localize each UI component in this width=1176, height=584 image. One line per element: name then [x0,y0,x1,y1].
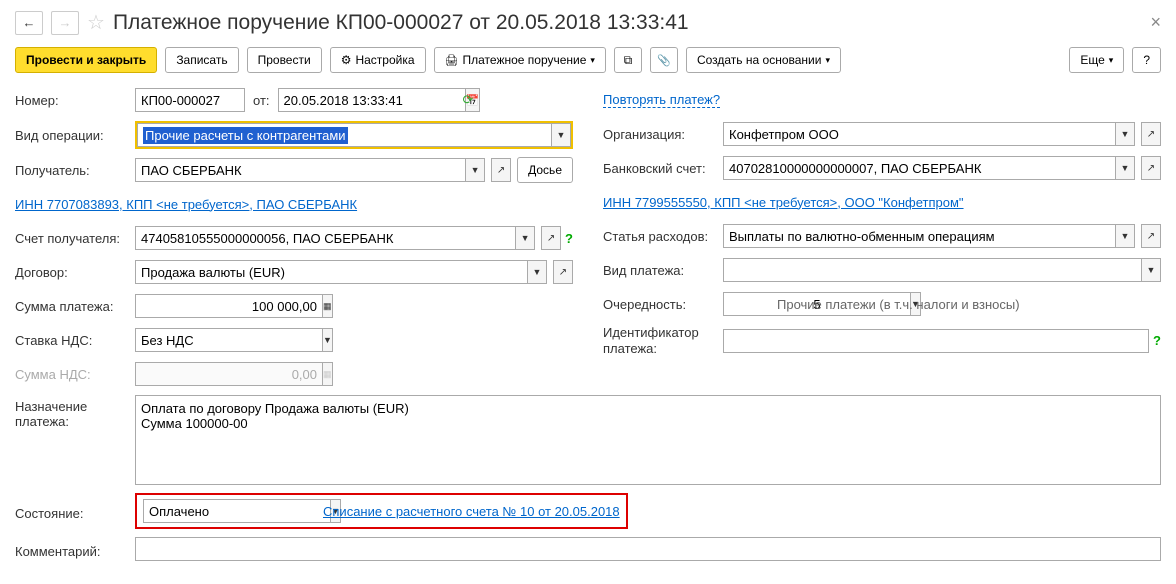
inn-link-left[interactable]: ИНН 7707083893, КПП <не требуется>, ПАО … [15,197,357,212]
nav-back-button[interactable]: ← [15,11,43,35]
org-open-button[interactable]: ↗ [1141,122,1161,146]
save-button[interactable]: Записать [165,47,238,73]
more-button[interactable]: Еще [1069,47,1124,73]
sum-input[interactable] [135,294,322,318]
contract-open-button[interactable]: ↗ [553,260,573,284]
post-button[interactable]: Провести [247,47,322,73]
favorite-star-icon[interactable]: ☆ [87,10,105,35]
status-select[interactable] [143,499,330,523]
bank-dropdown-button[interactable]: ▼ [1115,156,1135,180]
recipient-input[interactable] [135,158,465,182]
repeat-payment-link[interactable]: Повторять платеж? [603,92,720,108]
sum-calc-button[interactable]: ▦ [322,294,333,318]
contract-label: Договор: [15,265,135,280]
expense-label: Статья расходов: [603,229,723,244]
attach-button[interactable] [650,47,678,73]
vat-sum-label: Сумма НДС: [15,367,135,382]
org-label: Организация: [603,127,723,142]
operation-dropdown-button[interactable]: ▼ [551,123,571,147]
purpose-label: Назначение платежа: [15,395,135,429]
id-help-icon[interactable]: ? [1153,333,1161,348]
bank-input[interactable] [723,156,1115,180]
recipient-label: Получатель: [15,163,135,178]
account-label: Счет получателя: [15,231,135,246]
status-label: Состояние: [15,502,135,521]
purpose-textarea[interactable] [135,395,1161,485]
refresh-icon[interactable]: ⟳ [463,92,474,108]
number-input[interactable] [135,88,245,112]
structure-icon [624,53,633,68]
id-label: Идентификатор платежа: [603,325,723,356]
org-dropdown-button[interactable]: ▼ [1115,122,1135,146]
vat-sum-input [135,362,322,386]
help-button[interactable]: ? [1132,47,1161,73]
bank-label: Банковский счет: [603,161,723,176]
account-help-icon[interactable]: ? [565,231,573,246]
gear-icon [341,53,352,67]
expense-dropdown-button[interactable]: ▼ [1115,224,1135,248]
payment-id-input[interactable] [723,329,1149,353]
org-input[interactable] [723,122,1115,146]
settings-button[interactable]: Настройка [330,47,426,73]
inn-link-right[interactable]: ИНН 7799555550, КПП <не требуется>, ООО … [603,195,964,210]
page-title: Платежное поручение КП00-000027 от 20.05… [113,11,1143,35]
expense-open-button[interactable]: ↗ [1141,224,1161,248]
expense-input[interactable] [723,224,1115,248]
comment-label: Комментарий: [15,540,135,559]
type-label: Вид платежа: [603,263,723,278]
structure-button[interactable] [614,47,642,73]
account-open-button[interactable]: ↗ [541,226,561,250]
vat-rate-dropdown-button[interactable]: ▼ [322,328,333,352]
date-input[interactable] [278,88,465,112]
create-based-button[interactable]: Создать на основании [686,47,841,73]
type-input[interactable] [723,258,1141,282]
operation-label: Вид операции: [15,128,135,143]
status-document-link[interactable]: Списание с расчетного счета № 10 от 20.0… [323,504,620,519]
post-close-button[interactable]: Провести и закрыть [15,47,157,73]
close-icon[interactable]: × [1150,12,1161,33]
bank-open-button[interactable]: ↗ [1141,156,1161,180]
vat-sum-calc-button: ▦ [322,362,333,386]
dossier-button[interactable]: Досье [517,157,573,183]
recipient-open-button[interactable]: ↗ [491,158,511,182]
nav-forward-button[interactable]: → [51,11,79,35]
vat-rate-input[interactable] [135,328,322,352]
attach-icon [657,53,671,67]
number-label: Номер: [15,93,135,108]
priority-hint: Прочие платежи (в т.ч. налоги и взносы) [777,297,1020,312]
priority-label: Очередность: [603,297,723,312]
from-label: от: [253,93,270,108]
contract-dropdown-button[interactable]: ▼ [527,260,547,284]
payment-order-button[interactable]: Платежное поручение [434,47,606,73]
vat-rate-label: Ставка НДС: [15,333,135,348]
comment-input[interactable] [135,537,1161,561]
contract-input[interactable] [135,260,527,284]
account-input[interactable] [135,226,515,250]
operation-select[interactable]: Прочие расчеты с контрагентами [137,123,551,147]
print-icon [445,53,459,67]
sum-label: Сумма платежа: [15,299,135,314]
type-dropdown-button[interactable]: ▼ [1141,258,1161,282]
account-dropdown-button[interactable]: ▼ [515,226,535,250]
recipient-dropdown-button[interactable]: ▼ [465,158,485,182]
